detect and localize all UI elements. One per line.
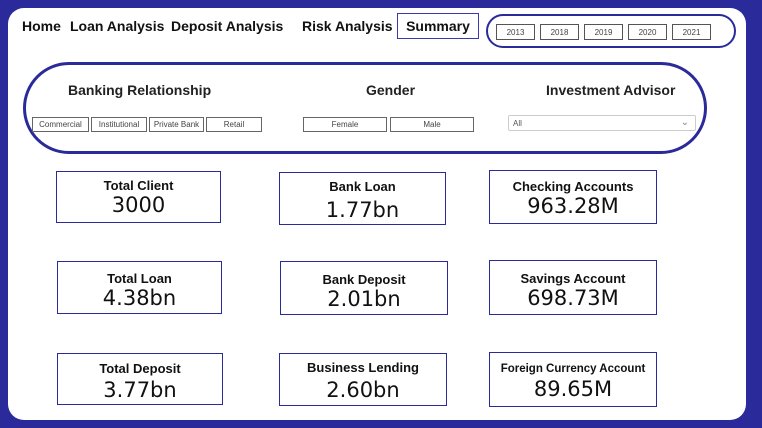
- card-title: Savings Account: [520, 271, 626, 286]
- card-foreign-currency-account: Foreign Currency Account 89.65M: [489, 352, 657, 407]
- filter-panel: Banking Relationship Commercial Institut…: [23, 62, 707, 154]
- year-chip-2020[interactable]: 2020: [628, 24, 667, 40]
- card-total-loan: Total Loan 4.38bn: [57, 261, 222, 314]
- card-title: Business Lending: [307, 360, 419, 375]
- card-title: Bank Deposit: [322, 272, 406, 287]
- card-savings-account: Savings Account 698.73M: [489, 260, 657, 315]
- investment-advisor-title: Investment Advisor: [546, 82, 676, 98]
- card-bank-loan: Bank Loan 1.77bn: [279, 172, 446, 225]
- gender-title: Gender: [366, 82, 416, 98]
- card-total-deposit: Total Deposit 3.77bn: [57, 353, 223, 405]
- nav-deposit-analysis[interactable]: Deposit Analysis: [171, 18, 283, 34]
- card-value: 4.38bn: [102, 286, 177, 310]
- card-value: 2.60bn: [326, 378, 400, 402]
- card-business-lending: Business Lending 2.60bn: [279, 353, 447, 406]
- report-canvas: Home Loan Analysis Deposit Analysis Risk…: [8, 8, 746, 420]
- card-title: Total Client: [103, 178, 174, 193]
- card-title: Total Deposit: [99, 361, 181, 376]
- chip-institutional[interactable]: Institutional: [91, 117, 147, 132]
- card-checking-accounts: Checking Accounts 963.28M: [489, 170, 657, 224]
- card-bank-deposit: Bank Deposit 2.01bn: [280, 261, 448, 315]
- chevron-down-icon: ⌄: [680, 117, 689, 128]
- year-slicer: 2013 2018 2019 2020 2021: [486, 14, 736, 48]
- card-value: 3000: [111, 193, 166, 217]
- card-title: Bank Loan: [329, 179, 396, 194]
- year-chip-2019[interactable]: 2019: [584, 24, 623, 40]
- card-title: Checking Accounts: [512, 179, 634, 194]
- nav-risk-analysis[interactable]: Risk Analysis: [302, 18, 393, 34]
- card-value: 3.77bn: [103, 378, 177, 402]
- card-value: 89.65M: [533, 377, 613, 401]
- chip-male[interactable]: Male: [390, 117, 474, 132]
- card-value: 2.01bn: [327, 287, 401, 311]
- nav-summary-label: Summary: [406, 18, 470, 34]
- card-value: 1.77bn: [325, 198, 400, 222]
- nav-loan-analysis[interactable]: Loan Analysis: [70, 18, 164, 34]
- card-total-client: Total Client 3000: [56, 171, 221, 223]
- investment-advisor-dropdown[interactable]: All ⌄: [508, 115, 696, 131]
- year-chip-2013[interactable]: 2013: [496, 24, 535, 40]
- year-chip-2018[interactable]: 2018: [540, 24, 579, 40]
- card-title: Total Loan: [107, 271, 172, 286]
- chip-commercial[interactable]: Commercial: [32, 117, 89, 132]
- dropdown-value: All: [513, 118, 522, 128]
- chip-female[interactable]: Female: [303, 117, 387, 132]
- nav-summary-button[interactable]: Summary: [397, 13, 479, 39]
- card-value: 963.28M: [527, 194, 619, 218]
- nav-home[interactable]: Home: [22, 18, 61, 34]
- chip-retail[interactable]: Retail: [206, 117, 262, 132]
- year-chip-2021[interactable]: 2021: [672, 24, 711, 40]
- card-value: 698.73M: [527, 286, 619, 310]
- chip-private-bank[interactable]: Private Bank: [149, 117, 204, 132]
- card-title: Foreign Currency Account: [500, 363, 646, 375]
- banking-relationship-title: Banking Relationship: [68, 82, 212, 98]
